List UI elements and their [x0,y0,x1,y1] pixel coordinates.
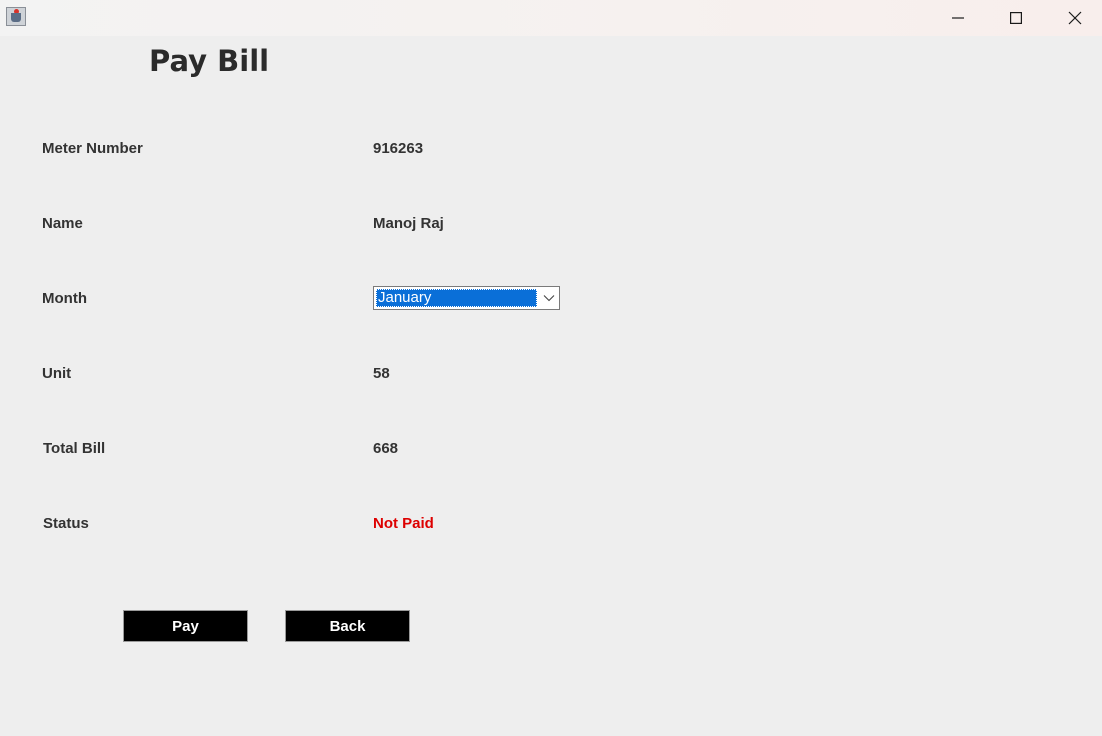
chevron-down-icon[interactable] [540,289,558,307]
page-title: Pay Bill [149,44,270,78]
unit-value: 58 [373,365,390,382]
close-icon [1068,11,1082,25]
name-value: Manoj Raj [373,215,444,232]
maximize-icon [1010,12,1022,24]
status-value: Not Paid [373,515,434,532]
minimize-button[interactable] [935,0,981,36]
total-bill-label: Total Bill [43,440,106,457]
name-label: Name [42,215,83,232]
month-dropdown[interactable]: January [373,286,560,310]
minimize-icon [952,17,964,19]
month-label: Month [42,290,87,307]
month-selected-value: January [376,289,537,307]
maximize-button[interactable] [993,0,1039,36]
status-label: Status [43,515,89,532]
pay-button[interactable]: Pay [123,610,248,642]
back-button[interactable]: Back [285,610,410,642]
unit-label: Unit [42,365,72,382]
close-button[interactable] [1052,0,1098,36]
meter-number-value: 916263 [373,140,424,157]
total-bill-value: 668 [373,440,399,457]
meter-number-label: Meter Number [42,140,143,157]
window-titlebar [0,0,1102,36]
java-cup-icon [6,7,26,26]
